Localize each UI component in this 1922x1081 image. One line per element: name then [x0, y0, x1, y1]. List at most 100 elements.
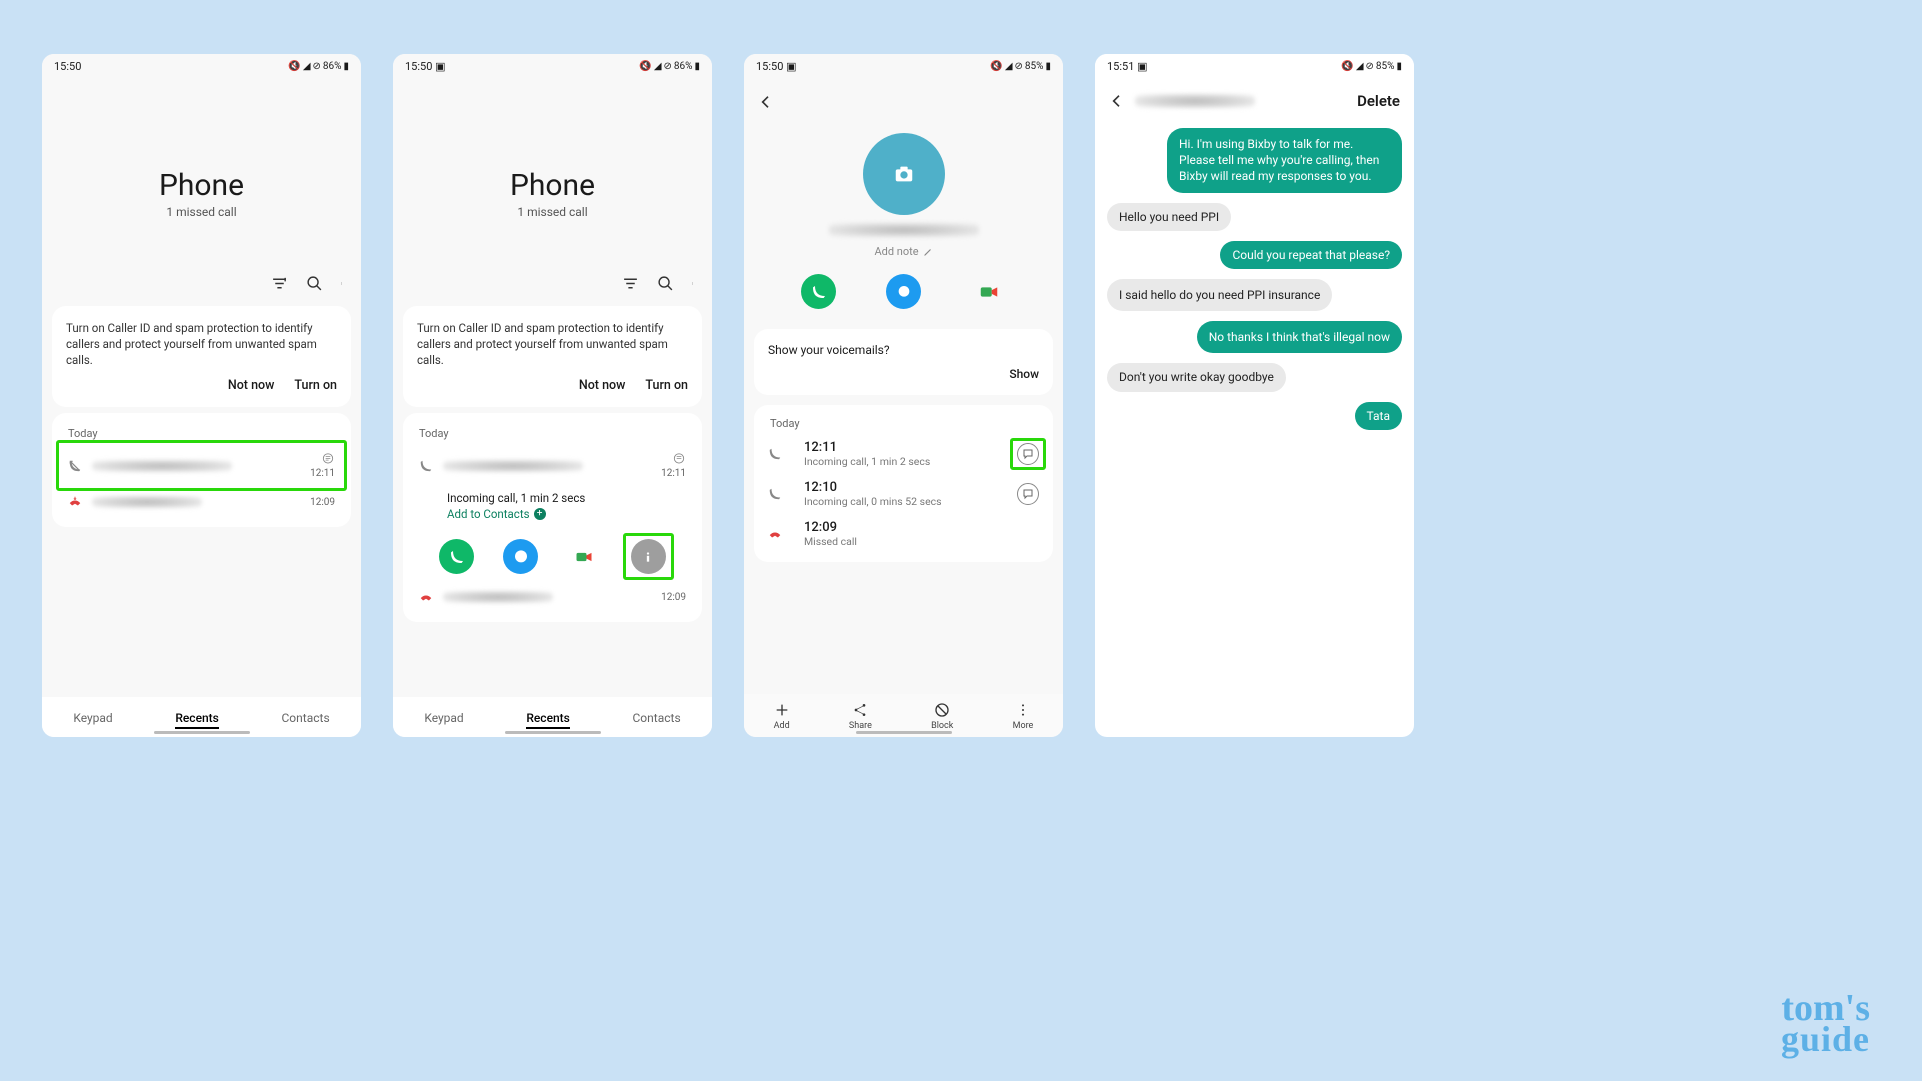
clock: 15:50 — [756, 60, 783, 73]
call-detail: Incoming call, 1 min 2 secs Add to Conta… — [417, 487, 688, 525]
battery-icon: ▮ — [1045, 61, 1051, 72]
turn-on-button[interactable]: Turn on — [294, 378, 337, 393]
tab-recents[interactable]: Recents — [526, 711, 570, 729]
transcript-icon — [321, 452, 335, 466]
tab-recents[interactable]: Recents — [175, 711, 219, 729]
status-bar: 15:50 🔇 ◢ ⊘ 86% ▮ — [42, 54, 361, 78]
call-history-card: Today 12:11 Incoming call, 1 min 2 secs … — [754, 405, 1053, 562]
not-now-button[interactable]: Not now — [579, 378, 626, 393]
chat-body: Hi. I'm using Bixby to talk for me. Plea… — [1095, 118, 1414, 440]
chat-icon — [1022, 448, 1034, 460]
page-subtitle: 1 missed call — [393, 205, 712, 219]
log-time: 12:10 — [804, 480, 1005, 495]
video-call-button[interactable] — [971, 274, 1006, 309]
nodata-icon: ⊘ — [664, 61, 672, 72]
tab-keypad[interactable]: Keypad — [424, 711, 463, 729]
more-icon[interactable] — [341, 276, 345, 292]
screen-4-transcript: 15:51 ▣ 🔇 ◢ ⊘ 85% ▮ Delete Hi. I'm using… — [1095, 54, 1414, 737]
call-row-2[interactable]: 12:09 — [66, 487, 337, 517]
tab-keypad[interactable]: Keypad — [73, 711, 112, 729]
call-log-card: Today 12:11 Incoming call, 1 min 2 secs … — [403, 413, 702, 622]
message-button[interactable] — [886, 274, 921, 309]
call-time: 12:09 — [310, 497, 335, 508]
add-to-contacts-button[interactable]: Add to Contacts + — [447, 507, 688, 521]
log-row-1[interactable]: 12:11 Incoming call, 1 min 2 secs — [768, 434, 1039, 474]
log-desc: Incoming call, 0 mins 52 secs — [804, 495, 1005, 508]
log-row-3[interactable]: 12:09 Missed call — [768, 514, 1039, 554]
toms-guide-logo: tom's guide — [1781, 992, 1870, 1055]
call-time: 12:09 — [661, 592, 686, 603]
filter-icon[interactable] — [271, 275, 288, 292]
back-icon[interactable] — [1109, 93, 1125, 109]
chat-icon — [1022, 488, 1034, 500]
pencil-icon — [923, 247, 933, 257]
add-button[interactable]: Add — [774, 702, 790, 731]
incoming-call-icon — [768, 487, 782, 501]
battery-icon: ▮ — [1396, 61, 1402, 72]
call-button[interactable] — [801, 274, 836, 309]
tab-contacts[interactable]: Contacts — [633, 711, 681, 729]
nodata-icon: ⊘ — [1015, 61, 1023, 72]
message-button[interactable] — [503, 539, 538, 574]
filter-icon[interactable] — [622, 275, 639, 292]
contact-redacted — [92, 496, 202, 508]
video-call-button[interactable] — [567, 539, 602, 574]
incoming-call-icon — [419, 459, 433, 473]
contact-number-redacted — [1135, 94, 1255, 108]
not-now-button[interactable]: Not now — [228, 378, 275, 393]
search-icon[interactable] — [657, 275, 674, 292]
call-time: 12:11 — [310, 468, 335, 479]
avatar[interactable] — [863, 133, 945, 215]
today-label: Today — [417, 423, 688, 444]
vm-show-button[interactable]: Show — [768, 367, 1039, 381]
spam-protection-card: Turn on Caller ID and spam protection to… — [403, 306, 702, 407]
call-row-1[interactable]: 12:11 — [66, 444, 337, 487]
spam-message: Turn on Caller ID and spam protection to… — [66, 320, 337, 368]
message-out[interactable]: Could you repeat that please? — [1220, 241, 1402, 269]
more-button[interactable]: More — [1013, 702, 1034, 731]
info-button[interactable] — [631, 539, 666, 574]
share-button[interactable]: Share — [849, 702, 872, 731]
mute-icon: 🔇 — [288, 61, 300, 72]
missed-call-icon — [68, 495, 82, 509]
more-icon[interactable] — [692, 276, 696, 292]
voicemail-card: Show your voicemails? Show — [754, 329, 1053, 395]
wifi-icon: ◢ — [303, 61, 311, 72]
clock: 15:50 — [405, 60, 432, 73]
message-in[interactable]: Hello you need PPI — [1107, 203, 1231, 231]
contact-redacted — [443, 460, 583, 472]
transcript-button[interactable] — [1017, 483, 1039, 505]
call-row-2[interactable]: 12:09 — [417, 582, 688, 612]
mute-icon: 🔇 — [639, 61, 651, 72]
plus-icon: + — [534, 508, 546, 520]
message-out[interactable]: Tata — [1355, 402, 1402, 430]
search-icon[interactable] — [306, 275, 323, 292]
log-row-2[interactable]: 12:10 Incoming call, 0 mins 52 secs — [768, 474, 1039, 514]
delete-button[interactable]: Delete — [1357, 92, 1400, 110]
tab-contacts[interactable]: Contacts — [282, 711, 330, 729]
nav-indicator — [856, 731, 952, 734]
message-out[interactable]: Hi. I'm using Bixby to talk for me. Plea… — [1167, 128, 1402, 193]
battery-text: 85% — [1376, 61, 1395, 72]
turn-on-button[interactable]: Turn on — [645, 378, 688, 393]
page-title: Phone — [393, 168, 712, 203]
nav-indicator — [505, 731, 601, 734]
message-in[interactable]: Don't you write okay goodbye — [1107, 363, 1286, 391]
mute-icon: 🔇 — [990, 61, 1002, 72]
spam-message: Turn on Caller ID and spam protection to… — [417, 320, 688, 368]
message-in[interactable]: I said hello do you need PPI insurance — [1107, 279, 1332, 311]
screen-1-phone-recents: 15:50 🔇 ◢ ⊘ 86% ▮ Phone 1 missed call Tu… — [42, 54, 361, 737]
incoming-call-icon — [68, 459, 82, 473]
call-row-1[interactable]: 12:11 — [417, 444, 688, 487]
wifi-icon: ◢ — [654, 61, 662, 72]
back-icon[interactable] — [758, 94, 774, 110]
missed-call-icon — [768, 527, 782, 541]
add-note-button[interactable]: Add note — [744, 245, 1063, 258]
call-button[interactable] — [439, 539, 474, 574]
clock: 15:51 — [1107, 60, 1134, 73]
block-button[interactable]: Block — [931, 702, 953, 731]
log-desc: Incoming call, 1 min 2 secs — [804, 455, 1005, 468]
transcript-button[interactable] — [1017, 443, 1039, 465]
call-time: 12:11 — [661, 468, 686, 479]
message-out[interactable]: No thanks I think that's illegal now — [1197, 321, 1402, 353]
